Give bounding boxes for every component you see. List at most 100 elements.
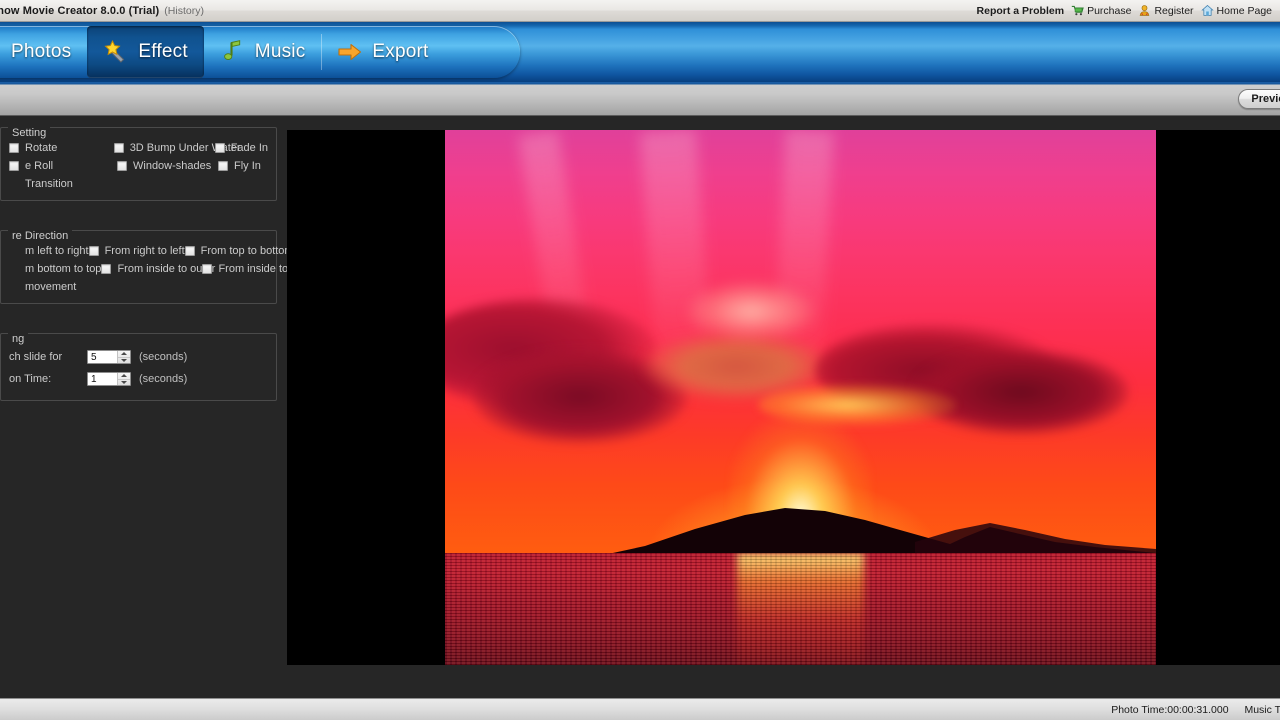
checkbox-left-to-right[interactable]: m left to right [9, 245, 89, 257]
slide-duration-spin-buttons [117, 351, 130, 363]
checkbox-top-to-bottom[interactable]: From top to bottom [184, 245, 287, 257]
application-window: deshow Movie Creator 8.0.0 (Trial) (Hist… [0, 0, 1280, 720]
checkbox-no-movement[interactable]: movement [9, 281, 117, 293]
effect-settings-panel: Setting Rotate 3D Bump Under Water Fade … [0, 117, 287, 695]
home-icon [1200, 4, 1214, 16]
checkbox-rotate[interactable]: Rotate [9, 142, 114, 154]
checkbox-inside-to-outer-a[interactable]: From inside to outer [101, 263, 215, 275]
preview-canvas[interactable] [287, 130, 1280, 665]
orange-arrow-icon [338, 43, 362, 61]
checkbox-fly-in[interactable]: Fly In [218, 160, 261, 172]
home-page-link[interactable]: Home Page [1200, 4, 1272, 17]
page-title: deshow Movie Creator 8.0.0 (Trial) [0, 4, 160, 17]
slide-duration-input[interactable] [88, 351, 117, 363]
fly-in-label: Fly In [234, 160, 261, 172]
nav-tab-strip: Photos Effect Music Export [0, 26, 520, 78]
report-a-problem-link[interactable]: Report a Problem [977, 5, 1065, 17]
bump-under-water-checkbox[interactable] [113, 143, 124, 153]
fade-in-checkbox[interactable] [214, 143, 225, 153]
caret-down-icon [121, 380, 127, 384]
user-register-icon [1140, 5, 1150, 16]
tab-photos-label: Photos [11, 41, 72, 62]
tab-effect-label: Effect [138, 41, 188, 62]
direction-row-2: m bottom to top From inside to outer Fro… [9, 263, 287, 275]
slide-duration-unit: (seconds) [139, 351, 188, 363]
status-times: Photo Time:00:00:31.000 Music Time: 00: [1098, 704, 1280, 716]
slide-photo [445, 130, 1156, 665]
preview-area [287, 117, 1280, 695]
tab-photos[interactable]: Photos [0, 26, 87, 78]
tab-music[interactable]: Music [204, 26, 322, 78]
checkbox-no-transition[interactable]: Transition [9, 178, 117, 190]
tab-export[interactable]: Export [321, 26, 444, 78]
rotate-label: Rotate [25, 142, 58, 154]
timing-title: ng [8, 333, 29, 345]
picture-direction-title: re Direction [8, 230, 73, 242]
slide-duration-label: ch slide for [9, 351, 63, 363]
top-to-bottom-checkbox[interactable] [184, 246, 195, 256]
inside-to-outer-b-label: From inside to outer [218, 263, 287, 275]
transition-time-decrement[interactable] [118, 378, 130, 386]
transition-row-2: e Roll Window-shades Fly In [9, 160, 268, 172]
transition-time-stepper[interactable] [87, 372, 131, 386]
photos-icon [0, 39, 2, 65]
photo-time-status: Photo Time:00:00:31.000 [1111, 703, 1229, 716]
water-texture [445, 552, 1156, 665]
transition-time-unit: (seconds) [139, 373, 188, 385]
main-navigation-bar: Photos Effect Music Export [0, 22, 1280, 82]
fly-in-checkbox[interactable] [218, 161, 228, 171]
inside-to-outer-a-label: From inside to outer [117, 263, 216, 275]
page-roll-checkbox[interactable] [9, 161, 19, 171]
checkbox-3d-bump-under-water[interactable]: 3D Bump Under Water [113, 142, 241, 154]
transition-row-3: Transition [9, 178, 268, 190]
window-title-group: deshow Movie Creator 8.0.0 (Trial) (Hist… [0, 5, 204, 17]
checkbox-page-roll[interactable]: e Roll [9, 160, 117, 172]
transition-time-spin-buttons [117, 373, 130, 385]
slide-duration-stepper[interactable] [87, 350, 131, 364]
window-shades-checkbox[interactable] [117, 161, 127, 171]
music-time-status: Music Time: 00: [1244, 703, 1280, 716]
purchase-link[interactable]: Purchase [1071, 4, 1131, 17]
timing-group: ng ch slide for (seconds) [0, 333, 277, 401]
status-bar: Photo Time:00:00:31.000 Music Time: 00: [0, 698, 1280, 720]
panel-spacer-1 [0, 201, 287, 223]
tab-music-label: Music [254, 41, 306, 62]
direction-row-1: m left to right From right to left From … [9, 245, 287, 257]
secondary-toolbar: Preview [0, 82, 1280, 116]
titlebar-links: Report a Problem Purchase Register Home … [977, 4, 1280, 17]
checkbox-window-shades[interactable]: Window-shades [117, 160, 218, 172]
panel-spacer-2 [0, 304, 287, 326]
slide-duration-row: ch slide for (seconds) [9, 350, 268, 364]
transition-row-1: Rotate 3D Bump Under Water Fade In [9, 142, 268, 154]
main-content: Setting Rotate 3D Bump Under Water Fade … [0, 117, 1280, 695]
slide-duration-decrement[interactable] [118, 356, 130, 364]
left-to-right-label: m left to right [25, 245, 89, 257]
magic-wand-icon [104, 40, 125, 63]
checkbox-fade-in[interactable]: Fade In [214, 142, 268, 154]
inside-to-outer-a-checkbox[interactable] [101, 264, 112, 274]
transition-time-input[interactable] [88, 373, 117, 385]
register-link[interactable]: Register [1138, 4, 1194, 17]
direction-row-3: movement [9, 281, 268, 293]
cart-icon [1071, 5, 1084, 16]
page-roll-label: e Roll [25, 160, 54, 172]
rotate-checkbox[interactable] [9, 143, 19, 153]
inside-to-outer-b-checkbox[interactable] [202, 264, 213, 274]
caret-down-icon [121, 358, 127, 362]
no-transition-label: Transition [25, 178, 73, 190]
transition-time-row: on Time: (seconds) [9, 372, 268, 386]
checkbox-inside-to-outer-b[interactable]: From inside to outer [202, 263, 287, 275]
checkbox-bottom-to-top[interactable]: m bottom to top [9, 263, 101, 275]
purchase-label: Purchase [1087, 4, 1132, 17]
home-page-label: Home Page [1216, 4, 1272, 17]
caret-up-icon [121, 352, 127, 356]
preview-button[interactable]: Preview [1238, 88, 1280, 109]
title-bar: deshow Movie Creator 8.0.0 (Trial) (Hist… [0, 0, 1280, 22]
tab-effect[interactable]: Effect [87, 26, 204, 78]
checkbox-right-to-left[interactable]: From right to left [88, 245, 185, 257]
water-reflection [445, 552, 1156, 665]
top-to-bottom-label: From top to bottom [200, 245, 287, 257]
right-to-left-checkbox[interactable] [88, 246, 99, 256]
transition-setting-title: Setting [8, 127, 51, 139]
history-label[interactable]: (History) [164, 5, 204, 17]
